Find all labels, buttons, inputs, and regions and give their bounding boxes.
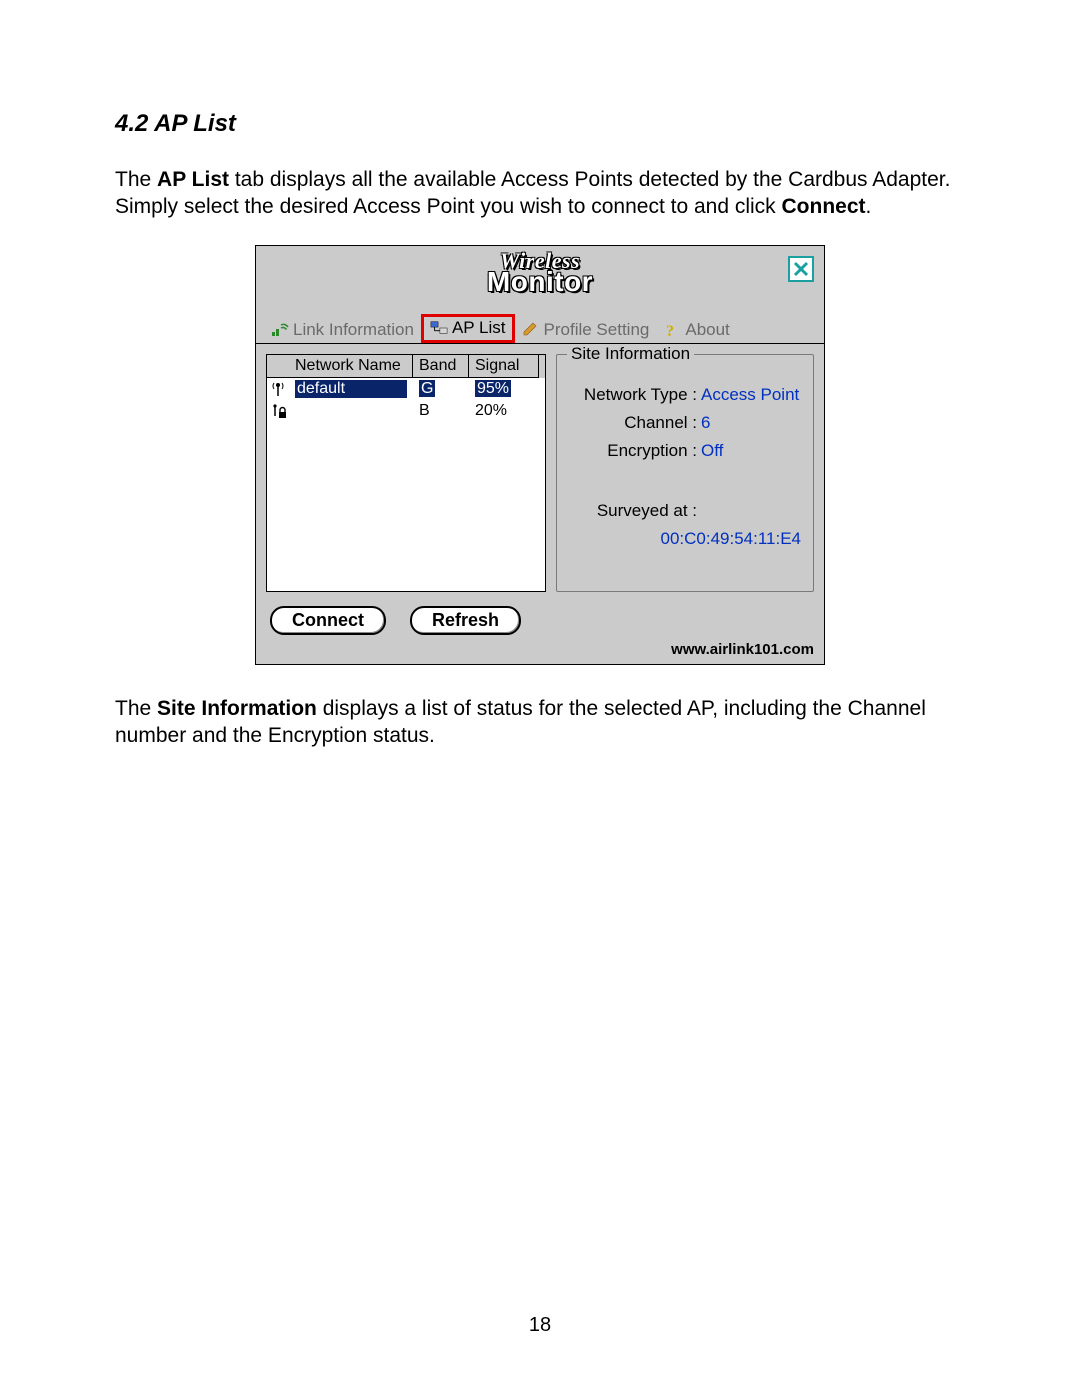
col-icon — [267, 355, 289, 378]
info-surveyed: Surveyed at : 00:C0:49:54:11:E4 — [569, 501, 801, 549]
site-information-panel: Site Information Network Type : Access P… — [556, 354, 814, 635]
tab-about[interactable]: ? About — [656, 317, 736, 344]
value-channel: 6 — [701, 413, 710, 433]
col-signal[interactable]: Signal — [469, 355, 539, 378]
cell-signal: 20% — [469, 400, 539, 422]
info-channel: Channel : 6 — [569, 413, 801, 433]
cell-network-name: default — [289, 378, 413, 400]
intro-paragraph: The AP List tab displays all the availab… — [115, 166, 965, 221]
cell-network-name — [289, 409, 413, 413]
app-logo: Wireless Monitor — [487, 250, 593, 296]
cell-band: B — [413, 400, 469, 422]
tab-label: About — [685, 320, 729, 340]
text-bold-siteinfo: Site Information — [157, 697, 317, 720]
logo-text-bottom: Monitor — [487, 268, 593, 296]
label-encryption: Encryption : — [569, 441, 701, 461]
site-information-groupbox: Site Information Network Type : Access P… — [556, 354, 814, 592]
tab-label: Link Information — [293, 320, 414, 340]
network-icon — [430, 320, 448, 336]
list-header: Network Name Band Signal — [267, 355, 545, 378]
tab-ap-list[interactable]: AP List — [421, 314, 515, 343]
label-surveyed-at: Surveyed at : — [569, 501, 701, 521]
col-band[interactable]: Band — [413, 355, 469, 378]
antenna-icon — [267, 379, 289, 399]
signal-icon — [271, 322, 289, 338]
list-row[interactable]: B 20% — [267, 400, 545, 422]
page-number: 18 — [0, 1314, 1080, 1337]
list-body: default G 95% — [267, 378, 545, 591]
text: The — [115, 168, 157, 191]
footer-url: www.airlink101.com — [256, 641, 824, 664]
antenna-lock-icon — [267, 401, 289, 421]
connect-button[interactable]: Connect — [270, 606, 386, 635]
text-bold-connect: Connect — [782, 195, 866, 218]
text-bold-aplist: AP List — [157, 168, 229, 191]
button-row: Connect Refresh — [266, 606, 546, 635]
refresh-button[interactable]: Refresh — [410, 606, 521, 635]
text: . — [866, 195, 872, 218]
section-heading: 4.2 AP List — [115, 110, 965, 138]
value-network-type: Access Point — [701, 385, 799, 405]
wireless-monitor-window: Wireless Monitor — [255, 245, 825, 665]
info-encryption: Encryption : Off — [569, 441, 801, 461]
groupbox-title: Site Information — [567, 344, 694, 364]
close-icon — [793, 261, 809, 277]
list-row[interactable]: default G 95% — [267, 378, 545, 400]
tab-strip: Link Information AP List — [256, 308, 824, 344]
help-icon: ? — [663, 322, 681, 338]
cell-signal: 95% — [469, 378, 539, 400]
tab-label: AP List — [452, 318, 506, 338]
pencil-icon — [522, 322, 540, 338]
ap-list-box[interactable]: Network Name Band Signal — [266, 354, 546, 592]
closing-paragraph: The Site Information displays a list of … — [115, 695, 965, 750]
tab-link-information[interactable]: Link Information — [264, 317, 421, 344]
tab-profile-setting[interactable]: Profile Setting — [515, 317, 657, 344]
value-mac-address: 00:C0:49:54:11:E4 — [569, 529, 801, 549]
ap-list-panel: Network Name Band Signal — [266, 354, 546, 635]
text: The — [115, 697, 157, 720]
info-network-type: Network Type : Access Point — [569, 385, 801, 405]
svg-text:?: ? — [666, 323, 674, 338]
label-network-type: Network Type : — [569, 385, 701, 405]
value-encryption: Off — [701, 441, 723, 461]
cell-band: G — [413, 378, 469, 400]
content-area: Network Name Band Signal — [256, 344, 824, 641]
col-network-name[interactable]: Network Name — [289, 355, 413, 378]
titlebar: Wireless Monitor — [256, 246, 824, 308]
tab-label: Profile Setting — [544, 320, 650, 340]
close-button[interactable] — [788, 256, 814, 282]
label-channel: Channel : — [569, 413, 701, 433]
